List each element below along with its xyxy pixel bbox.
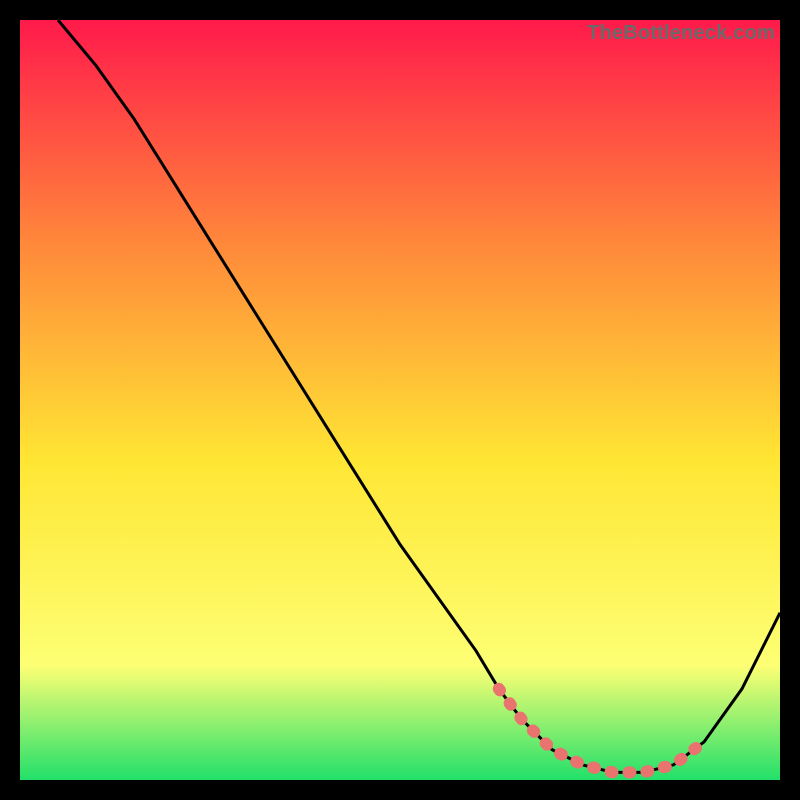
chart-frame: TheBottleneck.com	[20, 20, 780, 780]
plot-svg	[20, 20, 780, 780]
watermark-text: TheBottleneck.com	[587, 22, 775, 45]
gradient-background	[20, 20, 780, 780]
